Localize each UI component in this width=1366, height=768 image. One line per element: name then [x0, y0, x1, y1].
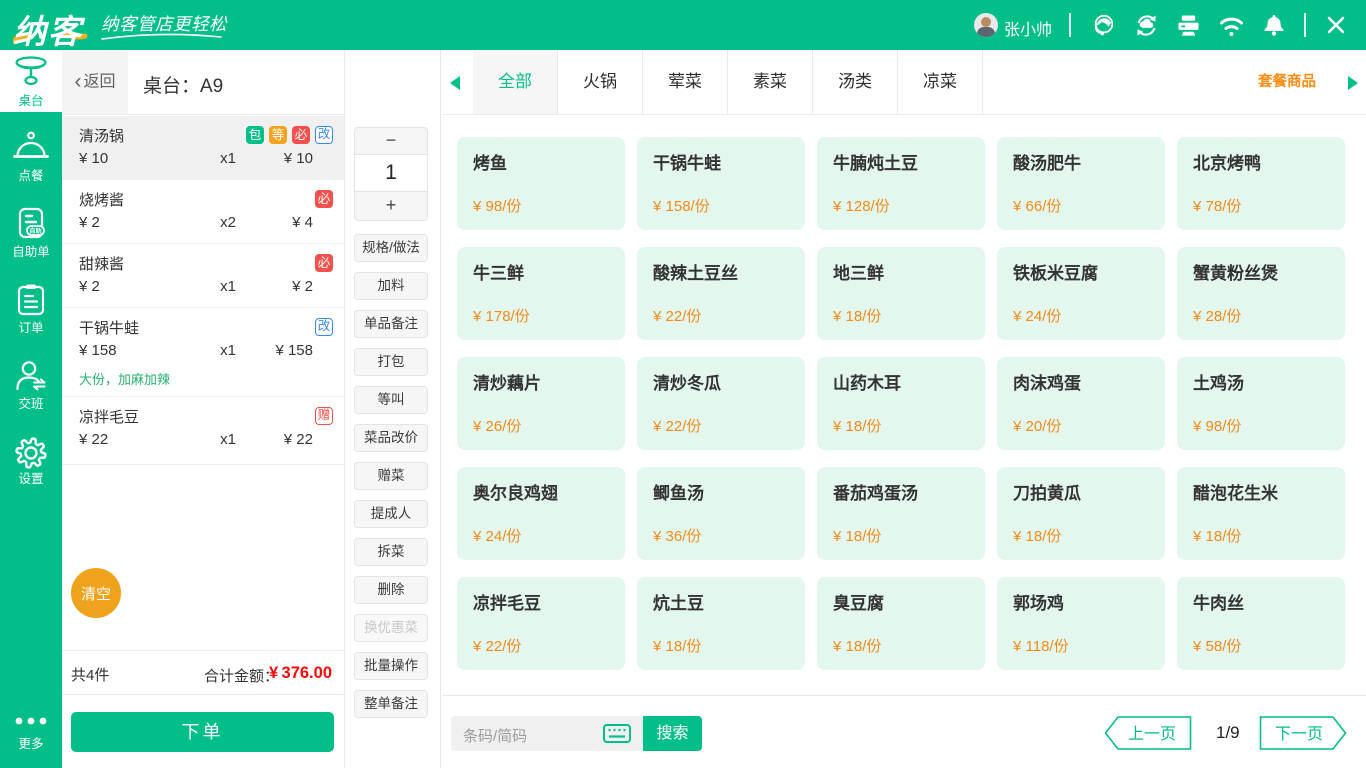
svg-text:上一页: 上一页 [1128, 725, 1176, 743]
svg-text:下一页: 下一页 [1275, 726, 1323, 743]
svg-text:自助: 自助 [29, 227, 41, 235]
